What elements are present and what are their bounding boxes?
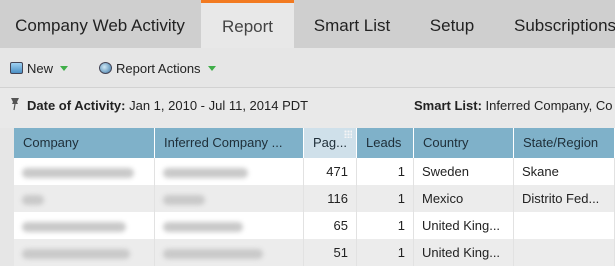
pages-cell: 51 — [304, 239, 357, 266]
inferred-company-cell — [155, 158, 304, 185]
redacted-text — [22, 194, 44, 205]
redacted-text — [22, 167, 134, 178]
leads-cell: 1 — [357, 185, 414, 212]
grid-header: Company Inferred Company ... Pag... Lead… — [14, 128, 615, 158]
chevron-down-icon — [207, 65, 216, 71]
pin-icon — [11, 98, 19, 111]
report-actions-label: Report Actions — [116, 60, 201, 76]
column-header-country[interactable]: Country — [414, 128, 514, 158]
report-actions-button[interactable]: Report Actions — [99, 59, 216, 77]
tab-setup[interactable]: Setup — [413, 0, 491, 48]
inferred-company-cell — [155, 212, 304, 239]
redacted-text — [22, 248, 130, 259]
table-row[interactable]: 471 1 Sweden Skane — [14, 158, 615, 185]
leads-cell: 1 — [357, 212, 414, 239]
table-row[interactable]: 65 1 United King... — [14, 212, 615, 239]
state-cell — [514, 239, 615, 266]
leads-cell: 1 — [357, 158, 414, 185]
new-button[interactable]: New — [10, 59, 69, 77]
tab-smart-list[interactable]: Smart List — [300, 0, 404, 48]
report-grid: Company Inferred Company ... Pag... Lead… — [14, 128, 615, 266]
column-header-pages-label: Pag... — [313, 135, 347, 150]
smartlist-filter-value: Inferred Company, Co — [485, 98, 613, 113]
new-button-label: New — [27, 60, 54, 76]
globe-icon — [99, 62, 112, 74]
table-row[interactable]: 51 1 United King... — [14, 239, 615, 266]
country-cell: United King... — [414, 239, 514, 266]
grid-gutter — [0, 128, 14, 266]
tab-report[interactable]: Report — [201, 0, 294, 48]
column-header-company[interactable]: Company — [14, 128, 155, 158]
smartlist-filter-label: Smart List: — [414, 98, 482, 113]
pages-cell: 65 — [304, 212, 357, 239]
state-cell — [514, 212, 615, 239]
date-filter-value: Jan 1, 2010 - Jul 11, 2014 PDT — [129, 98, 309, 113]
toolbar: New Report Actions — [0, 48, 615, 88]
leads-cell: 1 — [357, 239, 414, 266]
redacted-text — [163, 221, 243, 232]
column-header-pages[interactable]: Pag... — [304, 128, 357, 158]
resize-grip-icon[interactable] — [344, 130, 352, 138]
column-header-leads[interactable]: Leads — [357, 128, 414, 158]
company-cell — [14, 239, 155, 266]
company-cell — [14, 185, 155, 212]
company-cell — [14, 212, 155, 239]
state-cell: Distrito Fed... — [514, 185, 615, 212]
pages-cell: 116 — [304, 185, 357, 212]
inferred-company-cell — [155, 185, 304, 212]
country-cell: United King... — [414, 212, 514, 239]
company-cell — [14, 158, 155, 185]
redacted-text — [163, 194, 205, 205]
redacted-text — [163, 248, 263, 259]
date-filter[interactable]: Date of Activity: Jan 1, 2010 - Jul 11, … — [27, 98, 308, 113]
filter-bar: Date of Activity: Jan 1, 2010 - Jul 11, … — [0, 88, 615, 128]
redacted-text — [163, 167, 248, 178]
redacted-text — [22, 221, 126, 232]
column-header-state-region[interactable]: State/Region — [514, 128, 615, 158]
state-cell: Skane — [514, 158, 615, 185]
country-cell: Sweden — [414, 158, 514, 185]
smartlist-filter[interactable]: Smart List: Inferred Company, Co — [414, 98, 612, 113]
column-header-inferred-company[interactable]: Inferred Company ... — [155, 128, 304, 158]
country-cell: Mexico — [414, 185, 514, 212]
chevron-down-icon — [60, 65, 69, 71]
new-report-icon — [10, 62, 23, 74]
date-filter-label: Date of Activity: — [27, 98, 126, 113]
pages-cell: 471 — [304, 158, 357, 185]
inferred-company-cell — [155, 239, 304, 266]
tab-company-web-activity[interactable]: Company Web Activity — [0, 0, 200, 48]
table-row[interactable]: 116 1 Mexico Distrito Fed... — [14, 185, 615, 212]
tab-subscriptions[interactable]: Subscriptions — [503, 0, 615, 48]
tab-bar: Company Web Activity Report Smart List S… — [0, 0, 615, 48]
